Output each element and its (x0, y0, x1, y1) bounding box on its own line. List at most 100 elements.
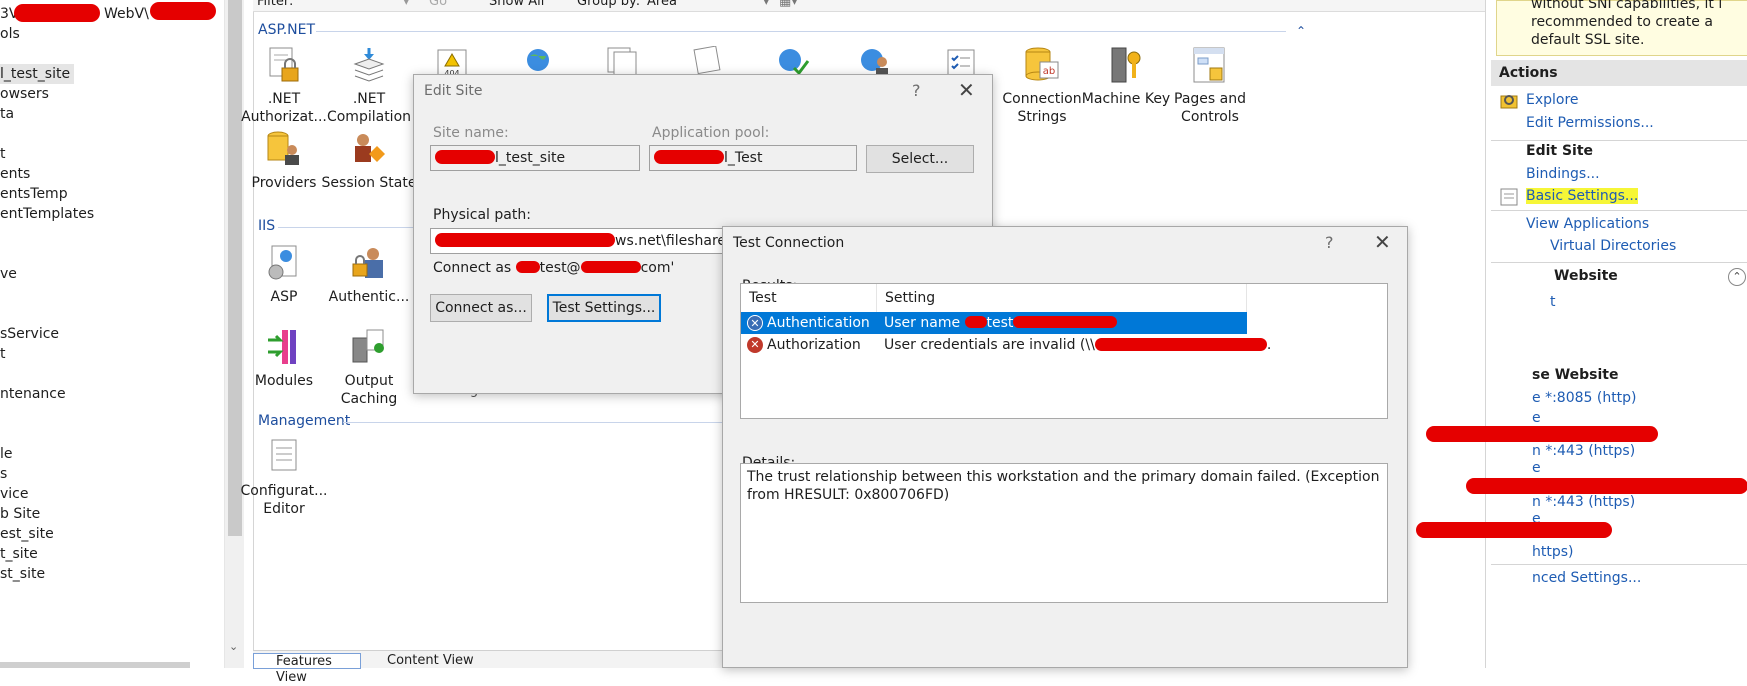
results-grid[interactable]: Test Setting ✕ Authentication User name … (740, 283, 1388, 419)
group-by-dropdown-icon[interactable]: ▾ (763, 0, 770, 9)
browse-443-link-1[interactable]: n *:443 (https) (1532, 443, 1635, 459)
row-setting-tail: test (986, 315, 1014, 331)
connections-tree[interactable]: 3V\ ols l_test_site owsers ta t ents entsTemp en… (0, 0, 224, 668)
table-row[interactable]: ✕ Authorization User credentials are inv… (741, 334, 1271, 356)
test-settings-button[interactable]: Test Settings... (547, 294, 661, 322)
asp-gear-icon (264, 244, 304, 284)
connect-as-user: test@ (539, 260, 581, 276)
details-textbox[interactable]: The trust relationship between this work… (740, 463, 1388, 603)
tree-item[interactable]: t_site (0, 544, 38, 564)
feature-machine-key[interactable]: Machine Key (1078, 46, 1174, 108)
session-state-icon (349, 130, 389, 170)
actions-header: Actions (1491, 60, 1747, 86)
warning-line-1: without SNI capabilities, it i (1531, 0, 1723, 12)
close-icon[interactable]: ✕ (958, 78, 975, 102)
tree-item[interactable]: ents (0, 164, 30, 184)
show-all-button[interactable]: Show All (489, 0, 544, 9)
edit-permissions-link[interactable]: Edit Permissions... (1526, 115, 1654, 131)
tree-item[interactable]: ve (0, 264, 17, 284)
feature-net-authorization[interactable]: .NET Authorizat... (236, 46, 332, 126)
explore-icon (1500, 92, 1518, 110)
tree-item[interactable]: t (0, 344, 6, 364)
site-name-label: Site name: (433, 125, 509, 141)
basic-settings-icon (1500, 188, 1518, 206)
restart-link-fragment[interactable]: t (1550, 294, 1556, 310)
browse-8085-link[interactable]: e *:8085 (http) (1532, 390, 1637, 406)
feature-session-state[interactable]: Session State (321, 130, 417, 192)
details-text: The trust relationship between this work… (747, 469, 1380, 503)
feature-label: Output Caching (340, 373, 398, 407)
physical-path-field[interactable]: ws.net\fileshare (430, 228, 730, 254)
feature-label: ASP (270, 289, 298, 305)
table-row[interactable]: ✕ Authentication User name test (741, 312, 1247, 334)
group-by-select[interactable]: Area (647, 0, 677, 9)
tree-item[interactable]: st_site (0, 564, 45, 584)
connect-as-button[interactable]: Connect as... (430, 294, 532, 322)
filter-dropdown-icon[interactable]: ▾ (403, 0, 410, 9)
column-header-setting[interactable]: Setting (877, 284, 1247, 312)
group-iis-title[interactable]: IIS (258, 218, 275, 234)
view-virtual-directories-link[interactable]: Virtual Directories (1550, 238, 1676, 254)
collapse-aspnet-icon[interactable]: ⌃ (1296, 24, 1306, 38)
feature-output-caching[interactable]: Output Caching (321, 328, 417, 408)
machine-key-icon (1106, 46, 1146, 86)
basic-settings-link[interactable]: Basic Settings... (1526, 188, 1639, 204)
test-connection-title: Test Connection (733, 235, 845, 251)
tree-item[interactable]: b Site (0, 504, 40, 524)
browse-link-2[interactable]: e (1532, 460, 1541, 476)
feature-connection-strings[interactable]: ab Connection Strings (994, 46, 1090, 126)
collapse-manage-website-icon[interactable]: ⌃ (1728, 268, 1746, 286)
redaction-mark (150, 2, 216, 20)
tab-content-view[interactable]: Content View (365, 653, 485, 669)
column-header-test[interactable]: Test (741, 284, 877, 312)
test-connection-dialog: Test Connection ? ✕ Results: Test Settin… (722, 226, 1408, 668)
tree-item[interactable]: ols (0, 24, 20, 44)
tree-item[interactable]: le (0, 444, 13, 464)
tree-item[interactable]: vice (0, 484, 29, 504)
view-applications-link[interactable]: View Applications (1526, 216, 1649, 232)
tree-item[interactable]: ta (0, 104, 14, 124)
browse-443-link-2[interactable]: n *:443 (https) (1532, 494, 1635, 510)
browse-https-link[interactable]: https) (1532, 544, 1574, 560)
help-icon[interactable]: ? (1325, 233, 1334, 252)
feature-net-compilation[interactable]: .NET Compilation (321, 46, 417, 126)
browse-website-header: se Website (1532, 367, 1619, 383)
feature-configuration-editor[interactable]: Configurat... Editor (236, 438, 332, 518)
group-aspnet-title[interactable]: ASP.NET (258, 22, 315, 38)
tree-item[interactable]: entsTemp (0, 184, 68, 204)
tree-item[interactable]: owsers (0, 84, 49, 104)
help-icon[interactable]: ? (912, 81, 921, 100)
tree-horizontal-scrollbar[interactable] (0, 662, 190, 668)
feature-authentication[interactable]: Authentic... (321, 244, 417, 306)
go-button[interactable]: Go (429, 0, 447, 9)
tree-item[interactable]: sService (0, 324, 59, 344)
tree-item[interactable]: ntenance (0, 384, 66, 404)
tree-item[interactable]: entTemplates (0, 204, 94, 224)
authentication-icon (349, 244, 389, 284)
bindings-link[interactable]: Bindings... (1526, 166, 1600, 182)
feature-asp[interactable]: ASP (236, 244, 332, 306)
redaction-mark (1094, 338, 1267, 351)
close-icon[interactable]: ✕ (1374, 230, 1391, 254)
scroll-down-icon[interactable]: ⌄ (229, 640, 238, 653)
advanced-settings-link[interactable]: nced Settings... (1532, 570, 1641, 586)
group-management-title[interactable]: Management (258, 413, 350, 429)
feature-modules[interactable]: Modules (236, 328, 332, 390)
feature-label: Configurat... Editor (240, 483, 328, 517)
feature-pages-and-controls[interactable]: Pages and Controls (1162, 46, 1258, 126)
tree-item[interactable]: l_test_site (0, 64, 75, 84)
redaction-mark (580, 261, 641, 273)
explore-link[interactable]: Explore (1526, 92, 1579, 108)
tab-features-view[interactable]: Features View (253, 653, 361, 685)
tree-item[interactable]: t (0, 144, 6, 164)
feature-label: Session State (321, 175, 417, 191)
error-icon: ✕ (747, 315, 763, 331)
browse-link-1[interactable]: e (1532, 410, 1541, 426)
feature-providers[interactable]: Providers (236, 130, 332, 192)
view-toggle-icon[interactable]: ▦▾ (779, 0, 798, 9)
tree-item[interactable]: est_site (0, 524, 54, 544)
select-app-pool-button[interactable]: Select... (866, 145, 974, 173)
site-name-field[interactable]: l_test_site (430, 145, 640, 171)
app-pool-field[interactable]: l_Test (649, 145, 857, 171)
tree-item[interactable]: s (0, 464, 7, 484)
